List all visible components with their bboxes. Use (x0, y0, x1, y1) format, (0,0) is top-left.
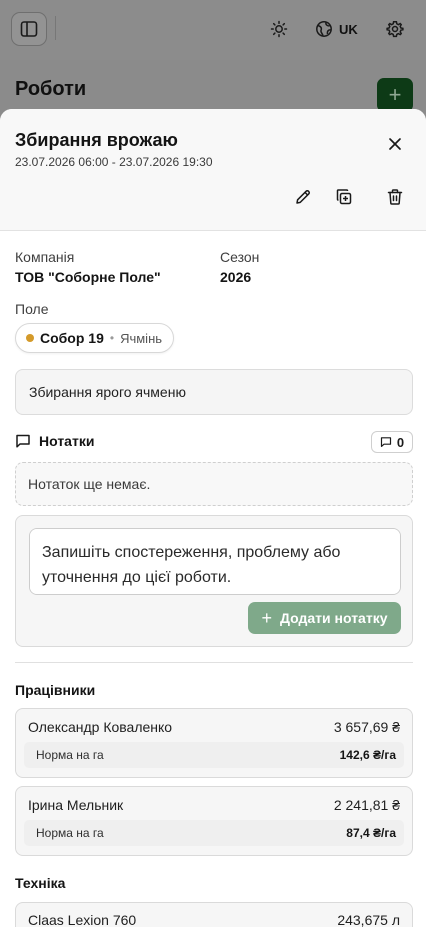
notes-empty-state: Нотаток ще немає. (15, 462, 413, 506)
company-value: ТОВ "Соборне Поле" (15, 269, 161, 285)
settings-button[interactable] (382, 16, 408, 42)
language-button[interactable]: UK (315, 16, 358, 42)
gear-icon (386, 21, 404, 38)
notes-count-badge: 0 (371, 431, 413, 453)
workers-title: Працівники (15, 682, 96, 698)
add-work-button[interactable]: + (377, 78, 413, 112)
field-separator: • (109, 331, 115, 345)
notes-count: 0 (396, 434, 405, 450)
note-input[interactable] (29, 528, 401, 595)
trash-icon (387, 189, 403, 205)
copy-plus-icon (336, 189, 352, 205)
field-crop: Ячмінь (120, 330, 163, 346)
norm-value: 87,4 ₴/га (346, 826, 396, 840)
page-title: Роботи (15, 78, 87, 100)
comment-icon (380, 437, 391, 447)
edit-button[interactable] (291, 185, 315, 209)
top-bar: UK (0, 0, 426, 60)
season-value: 2026 (220, 269, 252, 285)
norm-label: Норма на га (36, 826, 104, 840)
worker-card[interactable]: Олександр Коваленко 3 657,69 ₴ Норма на … (15, 708, 413, 778)
notes-header: Нотатки (15, 433, 94, 449)
company-label: Компанія (15, 249, 75, 265)
machinery-title: Техніка (15, 875, 66, 891)
sheet-date-range: 23.07.2026 06:00 - 23.07.2026 19:30 (15, 155, 213, 169)
close-button[interactable] (383, 132, 407, 156)
field-name: Собор 19 (40, 330, 104, 346)
worker-card[interactable]: Ірина Мельник 2 241,81 ₴ Норма на га 87,… (15, 786, 413, 856)
worker-name: Ірина Мельник (28, 797, 124, 813)
language-label: UK (339, 21, 358, 37)
add-note-button[interactable]: + Додати нотатку (248, 602, 401, 634)
worker-name: Олександр Коваленко (28, 719, 173, 735)
sun-icon (270, 20, 288, 38)
toolbar-divider (55, 16, 56, 40)
worker-amount: 2 241,81 ₴ (333, 797, 400, 813)
notes-title: Нотатки (39, 433, 95, 449)
duplicate-button[interactable] (332, 185, 356, 209)
machinery-card[interactable]: Claas Lexion 760 243,675 л (15, 902, 413, 927)
work-details-sheet: Збирання врожаю 23.07.2026 06:00 - 23.07… (0, 109, 426, 927)
season-label: Сезон (220, 249, 260, 265)
message-square-icon (16, 434, 30, 448)
norm-label: Норма на га (36, 748, 104, 762)
delete-button[interactable] (383, 185, 407, 209)
machine-amount: 243,675 л (337, 912, 400, 927)
sheet-title: Збирання врожаю (15, 130, 178, 150)
add-note-label: Додати нотатку (280, 610, 388, 626)
sheet-header: Збирання врожаю 23.07.2026 06:00 - 23.07… (0, 109, 426, 231)
theme-toggle-button[interactable] (266, 16, 292, 42)
globe-icon (316, 21, 332, 37)
close-icon (389, 138, 401, 150)
section-divider (15, 662, 413, 663)
sidebar-toggle-button[interactable] (11, 12, 47, 46)
norm-value: 142,6 ₴/га (339, 748, 396, 762)
worker-norm-row: Норма на га 142,6 ₴/га (24, 742, 404, 768)
worker-amount: 3 657,69 ₴ (333, 719, 400, 735)
field-chip[interactable]: Собор 19 • Ячмінь (15, 323, 175, 353)
machine-name: Claas Lexion 760 (28, 912, 137, 927)
field-label: Поле (15, 301, 49, 317)
pencil-icon (296, 190, 310, 204)
sidebar-icon (20, 21, 38, 37)
work-description: Збирання ярого ячменю (15, 369, 413, 415)
plus-icon: + (261, 607, 272, 628)
worker-norm-row: Норма на га 87,4 ₴/га (24, 820, 404, 846)
field-color-dot (26, 334, 34, 342)
add-note-form: + Додати нотатку (15, 515, 413, 647)
